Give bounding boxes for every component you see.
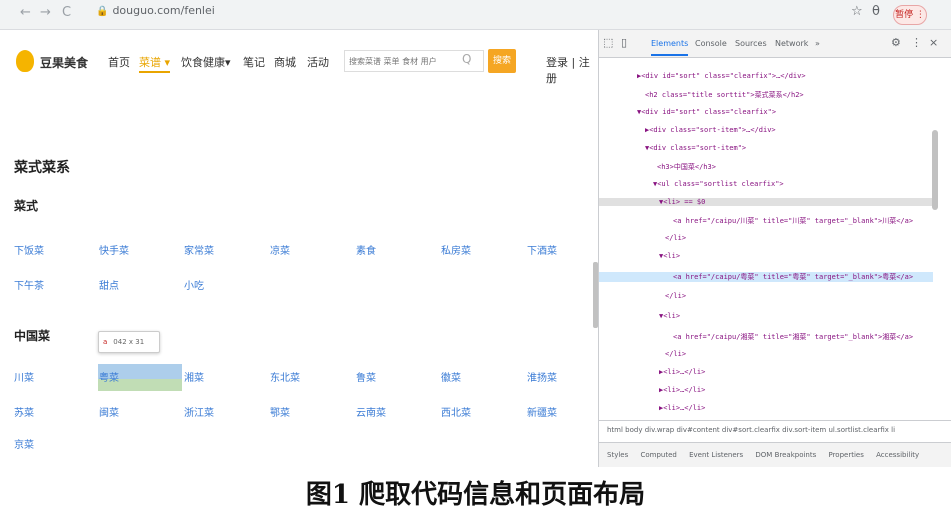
gear-icon[interactable]: ⚙ [891, 36, 901, 49]
cuisine-link[interactable]: 湘菜 [184, 369, 204, 384]
devtools-tabbar: ⬚ ▯ Elements Console Sources Network » ⚙… [599, 30, 951, 58]
inspect-tooltip: a 042 x 31 [98, 331, 160, 353]
tab-more[interactable]: » [815, 39, 820, 48]
dom-node-hovered[interactable]: <a href="/caipu/粤菜" title="粤菜" target="_… [599, 272, 933, 282]
lock-icon: 🔒 [96, 6, 109, 17]
dom-node[interactable]: ▶<div class="sort-item">…</div> [645, 126, 776, 134]
devtools-panel: ⬚ ▯ Elements Console Sources Network » ⚙… [598, 30, 951, 467]
dom-node[interactable]: </li> [665, 234, 686, 242]
site-header: 豆果美食 首页 菜谱 ▾ 饮食健康▾ 笔记 商城 活动 Q 搜索 登录 | 注册 [0, 30, 598, 90]
tab-console[interactable]: Console [695, 39, 727, 48]
login-link[interactable]: 登录 | 注册 [546, 54, 598, 86]
nav-recipes[interactable]: 菜谱 ▾ [139, 54, 171, 73]
close-icon[interactable]: × [929, 36, 938, 49]
category-link[interactable]: 家常菜 [184, 242, 214, 257]
subtab-styles[interactable]: Styles [607, 451, 628, 459]
dom-node[interactable]: <a href="/caipu/川菜" title="川菜" target="_… [673, 216, 913, 226]
cuisine-link[interactable]: 浙江菜 [184, 404, 214, 419]
tooltip-tag: a [103, 338, 108, 346]
cuisine-link[interactable]: 鄂菜 [270, 404, 290, 419]
cuisine-link[interactable]: 闽菜 [99, 404, 119, 419]
cuisine-link[interactable]: 苏菜 [14, 404, 34, 419]
device-toggle-icon[interactable]: ▯ [621, 36, 627, 49]
category-link[interactable]: 小吃 [184, 277, 204, 292]
url-text: douguo.com/fenlei [112, 4, 215, 17]
search-icon[interactable]: Q [462, 52, 471, 66]
cuisine-link[interactable]: 粤菜 [99, 369, 119, 384]
nav-health[interactable]: 饮食健康▾ [181, 54, 231, 70]
nav-notes[interactable]: 笔记 [243, 54, 265, 70]
cuisine-link[interactable]: 西北菜 [441, 404, 471, 419]
nav-events[interactable]: 活动 [307, 54, 329, 70]
devtools-subtabs: Styles Computed Event Listeners DOM Brea… [599, 442, 951, 467]
reload-icon[interactable]: C [62, 5, 71, 20]
profile-icon[interactable]: θ [872, 4, 880, 19]
category-link[interactable]: 下饭菜 [14, 242, 44, 257]
category-link[interactable]: 私房菜 [441, 242, 471, 257]
cuisine-link[interactable]: 京菜 [14, 436, 34, 451]
tab-elements[interactable]: Elements [651, 39, 689, 56]
category-link[interactable]: 下酒菜 [527, 242, 557, 257]
tab-network[interactable]: Network [775, 39, 808, 48]
figure-caption: 图1 爬取代码信息和页面布局 [305, 480, 646, 510]
group-title-dishes: 菜式 [14, 199, 39, 213]
cuisine-link[interactable]: 淮扬菜 [527, 369, 557, 384]
dom-node[interactable]: ▶<div id="sort" class="clearfix">…</div> [637, 72, 806, 80]
category-link[interactable]: 快手菜 [99, 242, 129, 257]
category-link[interactable]: 下午茶 [14, 277, 44, 292]
group-title-chinese: 中国菜 [14, 329, 51, 343]
dom-node[interactable]: <a href="/caipu/湘菜" title="湘菜" target="_… [673, 332, 913, 342]
devtools-breadcrumb[interactable]: html body div.wrap div#content div#sort.… [599, 420, 951, 440]
main-content: 菜式菜系 菜式 下饭菜 快手菜 家常菜 凉菜 素食 私房菜 下酒菜 下午茶 甜点… [0, 95, 598, 467]
tab-sources[interactable]: Sources [735, 39, 767, 48]
cuisine-link[interactable]: 徽菜 [441, 369, 461, 384]
devtools-scrollbar[interactable] [932, 130, 938, 210]
cuisine-link[interactable]: 鲁菜 [356, 369, 376, 384]
back-icon[interactable]: ← [20, 5, 31, 20]
browser-toolbar: ← → C 🔒 douguo.com/fenlei ☆ θ 暂停 ⋮ [0, 0, 951, 30]
search-button[interactable]: 搜索 [488, 49, 516, 73]
subtab-dom-breakpoints[interactable]: DOM Breakpoints [755, 451, 816, 459]
subtab-accessibility[interactable]: Accessibility [876, 451, 919, 459]
dom-node[interactable]: ▼<li> [659, 312, 680, 320]
dom-node[interactable]: ▼<ul class="sortlist clearfix"> [653, 180, 784, 188]
subtab-properties[interactable]: Properties [828, 451, 863, 459]
cuisine-link[interactable]: 川菜 [14, 369, 34, 384]
tooltip-size: 042 x 31 [113, 338, 145, 346]
star-icon[interactable]: ☆ [851, 4, 863, 19]
pause-button[interactable]: 暂停 ⋮ [893, 5, 927, 25]
dom-node[interactable]: <h3>中国菜</h3> [657, 162, 716, 172]
address-bar[interactable]: 🔒 douguo.com/fenlei [96, 4, 215, 17]
dom-node[interactable]: <h2 class="title sorttit">菜式菜系</h2> [645, 90, 804, 100]
dom-node[interactable]: ▶<li>…</li> [659, 404, 705, 412]
dom-node[interactable]: ▶<li>…</li> [659, 386, 705, 394]
dom-node[interactable]: ▼<li> [659, 252, 680, 260]
dom-node-selected[interactable]: ▼<li> == $0 [599, 198, 933, 206]
cuisine-link[interactable]: 新疆菜 [527, 404, 557, 419]
logo-text[interactable]: 豆果美食 [40, 54, 88, 71]
subtab-computed[interactable]: Computed [640, 451, 676, 459]
dom-node[interactable]: ▶<li>…</li> [659, 368, 705, 376]
cuisine-link[interactable]: 云南菜 [356, 404, 386, 419]
section-title: 菜式菜系 [14, 160, 70, 176]
cuisine-link[interactable]: 东北菜 [270, 369, 300, 384]
nav-home[interactable]: 首页 [108, 54, 130, 70]
dom-node[interactable]: ▼<div class="sort-item"> [645, 144, 746, 152]
subtab-event-listeners[interactable]: Event Listeners [689, 451, 743, 459]
dom-node[interactable]: </li> [665, 350, 686, 358]
nav-mall[interactable]: 商城 [274, 54, 296, 70]
inspect-cursor-icon[interactable]: ⬚ [603, 36, 613, 49]
dom-node[interactable]: ▼<div id="sort" class="clearfix"> [637, 108, 776, 116]
category-link[interactable]: 凉菜 [270, 242, 290, 257]
more-vert-icon[interactable]: ⋮ [911, 36, 922, 49]
category-link[interactable]: 甜点 [99, 277, 119, 292]
dom-node[interactable]: </li> [665, 292, 686, 300]
logo-icon[interactable] [16, 50, 34, 72]
category-link[interactable]: 素食 [356, 242, 376, 257]
forward-icon[interactable]: → [40, 5, 51, 20]
